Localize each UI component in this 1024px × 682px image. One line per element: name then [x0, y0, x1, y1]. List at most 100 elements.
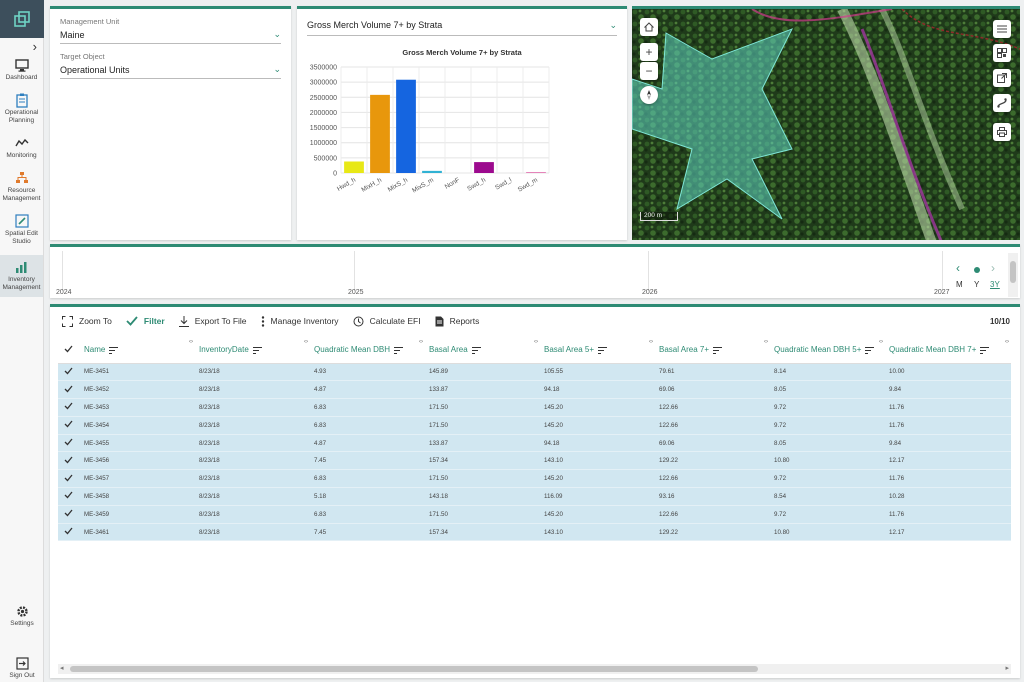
compass-button[interactable]: [640, 86, 658, 104]
sidebar-item-settings[interactable]: Settings: [0, 600, 44, 631]
sidebar-item-operational-planning[interactable]: Operational Planning: [0, 89, 43, 128]
resize-handle-icon[interactable]: ‹›: [649, 339, 653, 345]
table-cell: 6.83: [310, 416, 425, 435]
sort-icon[interactable]: [980, 346, 990, 354]
column-header[interactable]: Basal Area 5+ ‹›: [540, 337, 655, 364]
timeline-panel[interactable]: 2024 2025 2026 2027 ‹ › M Y 3Y: [50, 244, 1020, 298]
table-row[interactable]: ME-3452 8/23/18 4.87 133.87 94.18 69.06 8.05 9.…: [58, 380, 1011, 400]
chart-type-select[interactable]: Gross Merch Volume 7+ by Strata ⌄: [307, 17, 617, 36]
sort-icon[interactable]: [109, 346, 119, 354]
table-cell: 11.76: [885, 398, 1011, 417]
sidebar-item-inventory-management[interactable]: Inventory Management: [0, 255, 43, 297]
target-object-select[interactable]: Operational Units ⌄: [60, 61, 281, 79]
table-cell: 171.50: [425, 505, 540, 524]
layers-list-button[interactable]: [993, 20, 1011, 38]
sort-icon[interactable]: [713, 346, 723, 354]
sort-icon[interactable]: [471, 346, 481, 354]
download-icon: [178, 315, 189, 327]
table-row[interactable]: ME-3451 8/23/18 4.93 145.89 105.55 79.61 8.14 1…: [58, 363, 1011, 382]
table-row[interactable]: ME-3458 8/23/18 5.18 143.18 116.09 93.16 8.54 1…: [58, 487, 1011, 506]
sidebar-item-dashboard[interactable]: Dashboard: [0, 54, 43, 85]
app-logo[interactable]: [0, 0, 44, 38]
row-checkbox[interactable]: [58, 416, 80, 435]
sort-icon[interactable]: [598, 346, 608, 354]
zoom-in-button[interactable]: +: [640, 43, 658, 61]
resize-handle-icon[interactable]: ‹›: [1005, 339, 1009, 345]
compass-icon: [647, 90, 651, 100]
column-header[interactable]: Name ‹›: [80, 337, 195, 364]
column-header[interactable]: Quadratic Mean DBH 5+ ‹›: [770, 337, 885, 364]
row-checkbox[interactable]: [58, 469, 80, 489]
table-row[interactable]: ME-3455 8/23/18 4.87 133.87 94.18 69.06 8.05 9.…: [58, 434, 1011, 453]
reports-button[interactable]: Reports: [435, 316, 479, 327]
sidebar-item-sign-out[interactable]: Sign Out: [0, 652, 44, 682]
row-checkbox[interactable]: [58, 434, 80, 453]
column-header[interactable]: Basal Area 7+ ‹›: [655, 337, 770, 364]
table-cell: 7.45: [310, 523, 425, 542]
table-row[interactable]: ME-3453 8/23/18 6.83 171.50 145.20 122.66 9.72…: [58, 398, 1011, 417]
timeline-scrollbar[interactable]: [1008, 253, 1018, 297]
table-row[interactable]: ME-3459 8/23/18 6.83 171.50 145.20 122.66 9.72…: [58, 505, 1011, 524]
table-row[interactable]: ME-3454 8/23/18 6.83 171.50 145.20 122.66 9.72…: [58, 416, 1011, 435]
export-to-file-button[interactable]: Export To File: [178, 315, 247, 327]
table-cell: 12.17: [885, 523, 1011, 542]
column-header[interactable]: Quadratic Mean DBH ‹›: [310, 337, 425, 364]
table-row[interactable]: ME-3456 8/23/18 7.45 157.34 143.10 129.22 10.8…: [58, 451, 1011, 471]
resize-handle-icon[interactable]: ‹›: [534, 339, 538, 345]
zoom-month-button[interactable]: M: [956, 280, 963, 289]
row-checkbox[interactable]: [58, 380, 80, 400]
management-unit-select[interactable]: Maine ⌄: [60, 26, 281, 44]
zoom-3year-button[interactable]: 3Y: [990, 280, 1000, 289]
column-header[interactable]: Quadratic Mean DBH 7+ ‹›: [885, 337, 1011, 364]
sort-icon[interactable]: [394, 346, 404, 354]
sort-icon[interactable]: [865, 346, 875, 354]
scroll-left-icon[interactable]: ◂: [60, 664, 64, 672]
resize-handle-icon[interactable]: ‹›: [879, 339, 883, 345]
expand-sidebar-button[interactable]: ›: [0, 38, 43, 54]
resize-handle-icon[interactable]: ‹›: [764, 339, 768, 345]
table-cell: 8/23/18: [195, 487, 310, 506]
scroll-thumb[interactable]: [70, 666, 758, 672]
scroll-right-icon[interactable]: ▸: [1005, 664, 1009, 672]
row-checkbox[interactable]: [58, 398, 80, 417]
row-checkbox[interactable]: [58, 451, 80, 471]
manage-inventory-button[interactable]: Manage Inventory: [261, 315, 339, 327]
grid-horizontal-scrollbar[interactable]: ◂ ▸: [58, 664, 1011, 674]
table-cell: 133.87: [425, 434, 540, 453]
print-button[interactable]: [993, 123, 1011, 141]
calculate-efi-button[interactable]: Calculate EFI: [353, 316, 421, 327]
row-checkbox[interactable]: [58, 487, 80, 506]
select-all-checkbox[interactable]: [58, 337, 80, 364]
column-header[interactable]: InventoryDate ‹›: [195, 337, 310, 364]
table-cell: 8/23/18: [195, 398, 310, 417]
resize-handle-icon[interactable]: ‹›: [189, 339, 193, 345]
sidebar-item-resource-management[interactable]: Resource Management: [0, 167, 43, 206]
home-button[interactable]: [640, 18, 658, 36]
timeline-current-dot[interactable]: [974, 267, 980, 273]
row-checkbox[interactable]: [58, 363, 80, 382]
resize-handle-icon[interactable]: ‹›: [304, 339, 308, 345]
row-checkbox[interactable]: [58, 523, 80, 542]
column-header[interactable]: Basal Area ‹›: [425, 337, 540, 364]
timeline-next-button[interactable]: ›: [991, 261, 995, 275]
plus-icon: +: [645, 45, 653, 59]
table-row[interactable]: ME-3457 8/23/18 6.83 171.50 145.20 122.66 9.72…: [58, 469, 1011, 489]
zoom-out-button[interactable]: −: [640, 62, 658, 80]
sidebar-item-spatial-edit-studio[interactable]: Spatial Edit Studio: [0, 210, 43, 249]
qr-code-button[interactable]: [993, 44, 1011, 62]
zoom-year-button[interactable]: Y: [974, 280, 979, 289]
external-link-button[interactable]: [993, 69, 1011, 87]
table-cell: 9.72: [770, 416, 885, 435]
row-checkbox[interactable]: [58, 505, 80, 524]
sort-icon[interactable]: [252, 346, 262, 354]
zoom-to-button[interactable]: Zoom To: [62, 315, 112, 327]
table-cell: 8/23/18: [195, 451, 310, 471]
sidebar-item-monitoring[interactable]: Monitoring: [0, 132, 43, 163]
filter-button[interactable]: Filter: [126, 316, 165, 326]
timeline-prev-button[interactable]: ‹: [956, 261, 960, 275]
table-cell: 8/23/18: [195, 363, 310, 382]
map-view[interactable]: + − 200 m: [632, 6, 1020, 240]
resize-handle-icon[interactable]: ‹›: [419, 339, 423, 345]
route-button[interactable]: [993, 94, 1011, 112]
table-row[interactable]: ME-3461 8/23/18 7.45 157.34 143.10 129.22 10.8…: [58, 523, 1011, 542]
